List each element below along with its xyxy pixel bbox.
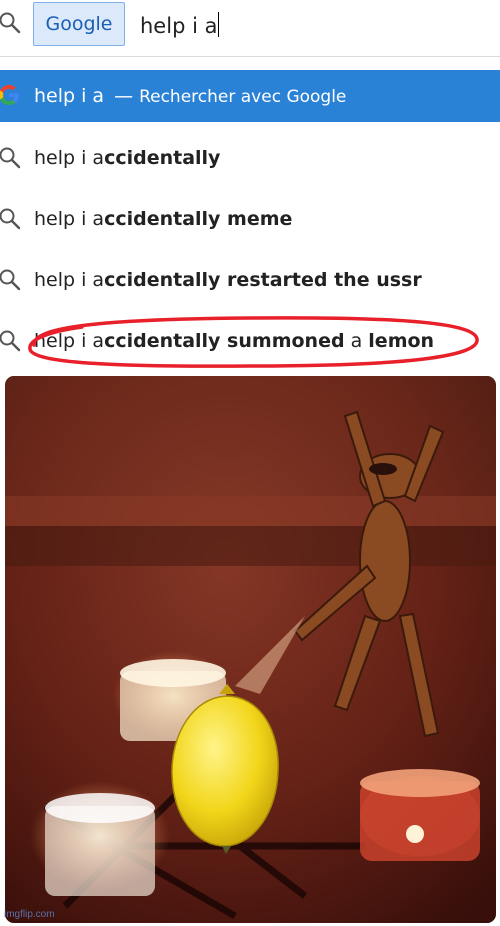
red-circle-annotation [28,316,479,368]
text-caret [218,12,220,37]
search-icon [0,12,21,34]
suggestion-text: help i a [34,85,105,107]
watermark: imgflip.com [4,909,55,920]
google-logo-icon [0,84,19,106]
suggestion-completion: ccidentally restarted the ussr [104,269,422,291]
suggestion-search-with-google[interactable]: help i a — Rechercher avec Google [0,70,500,122]
suggestion-completion: ccidentally meme [104,208,293,230]
search-action-label: Rechercher avec Google [139,87,347,107]
suggestion-prefix: help i a [34,147,105,169]
suggestion-item[interactable]: help i accidentally restarted the ussr [0,254,500,306]
search-icon [0,330,21,352]
search-icon [0,269,21,291]
meme-photo [5,376,496,923]
search-bar: Google help i a [0,0,500,57]
suggestion-item[interactable]: help i accidentally meme [0,193,500,245]
suggestion-prefix: help i a [34,208,105,230]
search-icon [0,147,21,169]
suggestion-item[interactable]: help i accidentally [0,132,500,184]
search-query-text: help i a [140,14,218,38]
search-icon [0,208,21,230]
suggestion-prefix: help i a [34,269,105,291]
search-engine-chip[interactable]: Google [33,2,125,46]
separator: — [114,85,134,107]
search-input[interactable]: help i a [140,10,220,42]
suggestion-completion: ccidentally [104,147,221,169]
